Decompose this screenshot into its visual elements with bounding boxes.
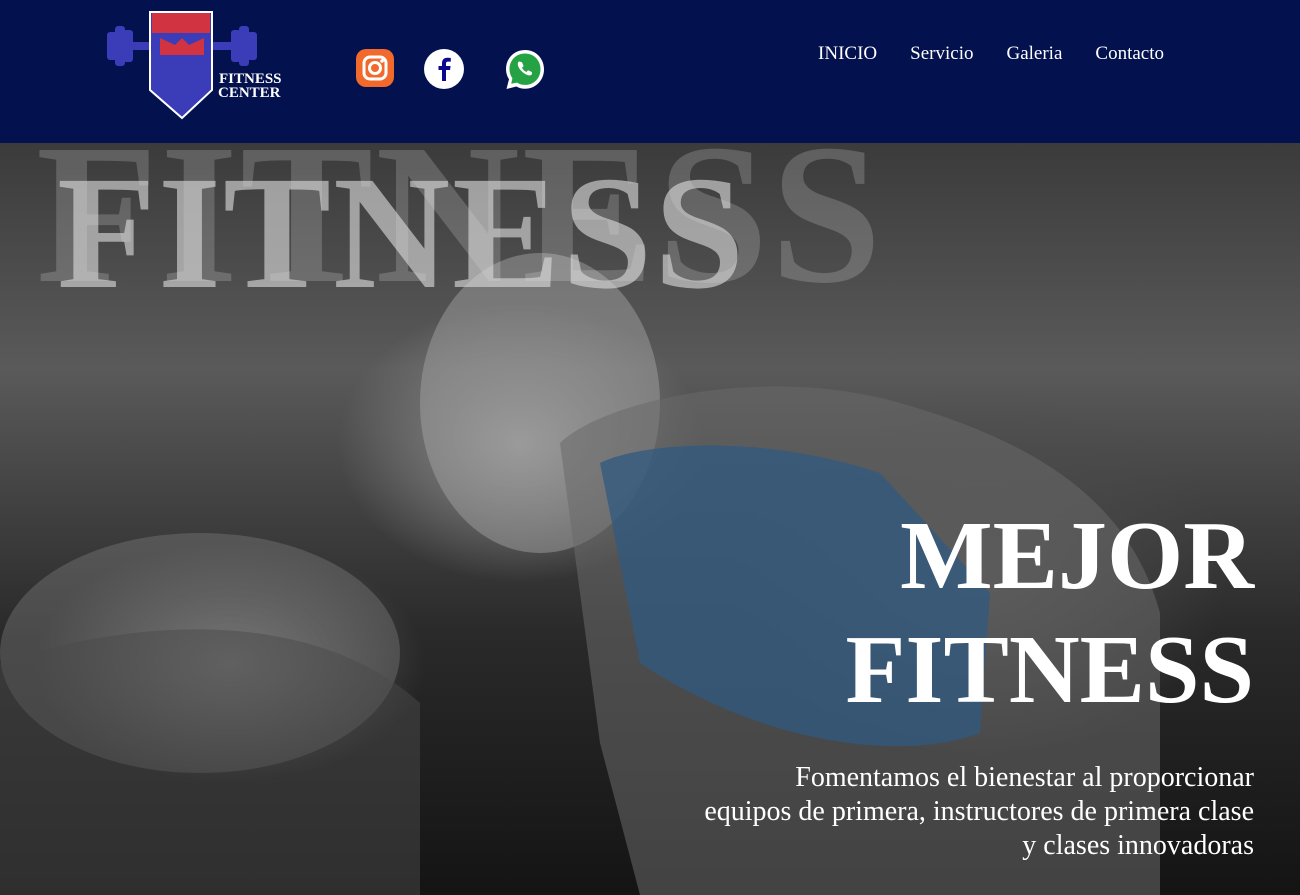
main-nav: INICIO Servicio Galeria Contacto (785, 43, 1164, 65)
logo-text-line2: CENTER (218, 85, 281, 101)
facebook-icon (424, 49, 464, 89)
whatsapp-icon (506, 50, 544, 89)
instagram-icon (356, 49, 394, 87)
hero-tagline-line3: y clases innovadoras (1022, 830, 1254, 861)
hero-tagline-line2: equipos de primera, instructores de prim… (704, 796, 1254, 827)
hero-tagline: Fomentamos el bienestar al proporcionar … (614, 761, 1254, 863)
hero-watermark-front: FITNESS (57, 144, 747, 323)
facebook-link[interactable] (423, 48, 464, 89)
nav-item-galeria[interactable]: Galeria (1006, 43, 1062, 65)
hero-tagline-line1: Fomentamos el bienestar al proporcionar (795, 762, 1254, 793)
hero-headline: MEJOR FITNESS (845, 499, 1254, 727)
site-header: FITNESS CENTER INICIO Servicio Galeria C… (0, 0, 1300, 143)
hero-headline-line1: MEJOR (900, 502, 1254, 610)
whatsapp-link[interactable] (503, 48, 544, 89)
nav-item-servicio[interactable]: Servicio (910, 43, 973, 65)
nav-item-inicio[interactable]: INICIO (818, 43, 877, 65)
hero-banner: FITNESS FITNESS MEJOR FITNESS Fomentamos… (0, 143, 1300, 895)
hero-headline-line2: FITNESS (845, 616, 1254, 724)
instagram-link[interactable] (355, 48, 395, 88)
nav-item-contacto[interactable]: Contacto (1095, 43, 1164, 65)
fitness-center-logo[interactable]: FITNESS CENTER (105, 10, 300, 125)
